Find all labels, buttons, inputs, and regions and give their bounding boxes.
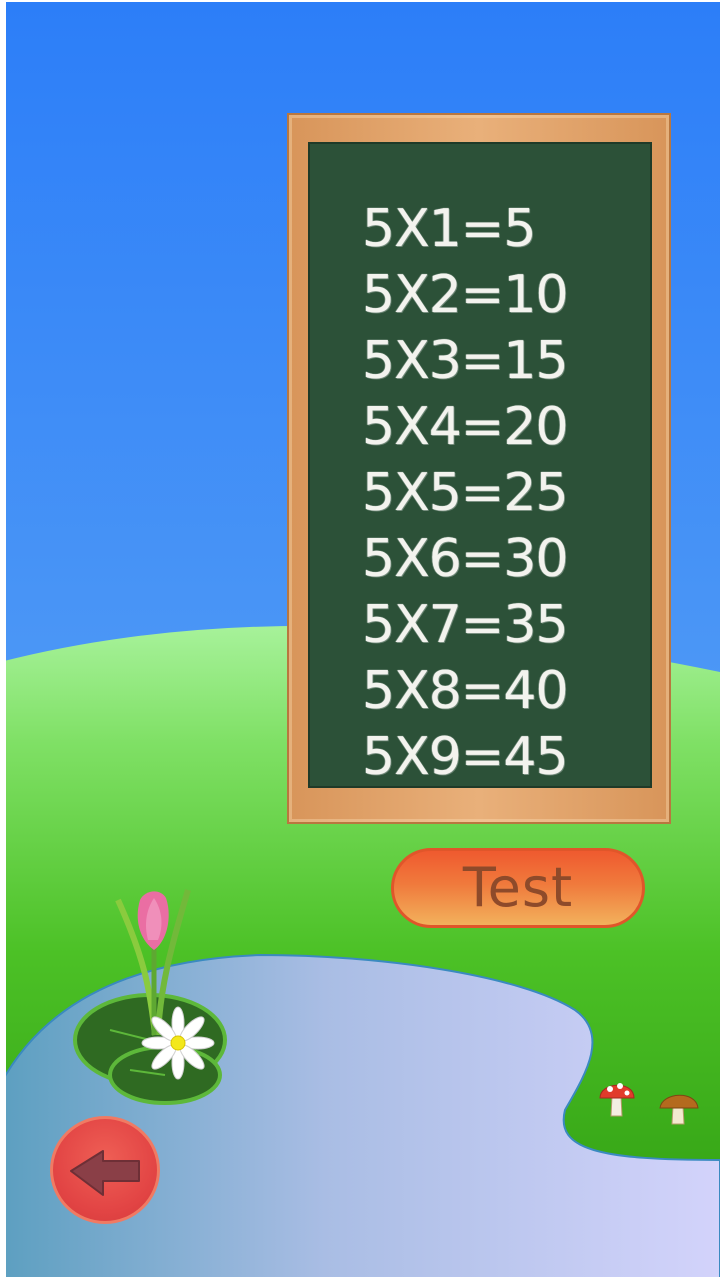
equation-row: 5X8=40: [362, 661, 569, 721]
equation-row: 5X5=25: [362, 463, 569, 523]
test-button[interactable]: Test: [391, 848, 645, 928]
multiplication-table: 5X1=5 5X2=10 5X3=15 5X4=20 5X5=25 5X6=30…: [362, 198, 642, 792]
test-button-label: Test: [462, 855, 574, 919]
equation-row: 5X9=45: [362, 727, 569, 787]
equation-row: 5X4=20: [362, 397, 569, 457]
equation-row: 5X2=10: [362, 265, 569, 325]
red-mushroom-icon: [599, 1083, 635, 1117]
equation-row: 5X7=35: [362, 595, 569, 655]
tulip-lilypad-icon: [73, 889, 227, 1105]
equation-row: 5X3=15: [362, 331, 569, 391]
brown-mushroom-icon: [659, 1094, 699, 1125]
equation-row: 5X6=30: [362, 529, 569, 589]
equation-row: 5X1=5: [362, 199, 536, 259]
back-arrow-icon: [70, 1150, 140, 1196]
back-button[interactable]: [50, 1116, 160, 1224]
